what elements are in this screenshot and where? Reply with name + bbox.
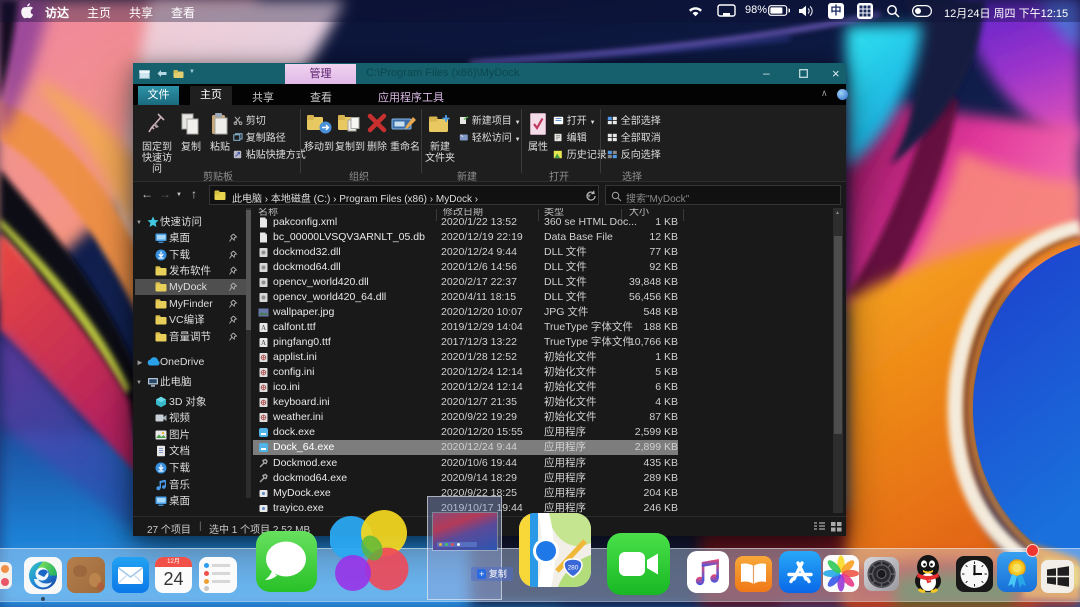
svg-text:A: A (261, 339, 266, 347)
svg-text:A: A (261, 324, 266, 332)
svg-text:280: 280 (568, 565, 579, 572)
